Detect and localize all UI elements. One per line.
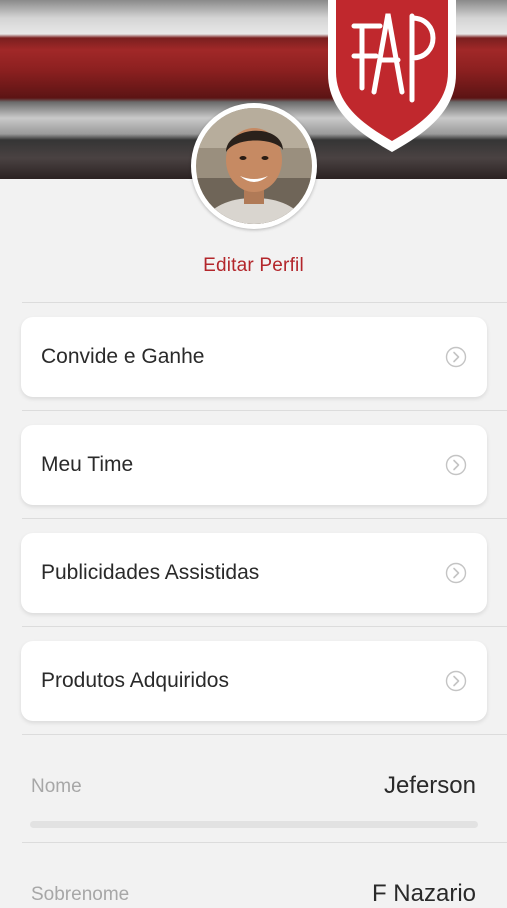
- divider: [22, 302, 507, 303]
- menu-item-label: Produtos Adquiridos: [41, 669, 229, 692]
- menu-item-meu-time[interactable]: Meu Time: [21, 425, 487, 505]
- divider: [22, 518, 507, 519]
- avatar-photo: [196, 108, 312, 224]
- divider: [22, 734, 507, 735]
- chevron-right-circle-icon: [445, 346, 467, 368]
- chevron-right-circle-icon: [445, 454, 467, 476]
- menu-item-produtos-adquiridos[interactable]: Produtos Adquiridos: [21, 641, 487, 721]
- divider: [22, 626, 507, 627]
- profile-avatar[interactable]: [191, 103, 317, 229]
- menu-item-publicidades-assistidas[interactable]: Publicidades Assistidas: [21, 533, 487, 613]
- menu-item-label: Meu Time: [41, 453, 134, 476]
- fap-shield-logo: [328, 0, 456, 152]
- menu-item-convide-e-ganhe[interactable]: Convide e Ganhe: [21, 317, 487, 397]
- edit-profile-link[interactable]: Editar Perfil: [0, 255, 507, 277]
- name-field-label: Nome: [31, 776, 82, 797]
- divider: [22, 842, 507, 843]
- divider: [22, 410, 507, 411]
- chevron-right-circle-icon: [445, 562, 467, 584]
- name-field-underline: [30, 821, 478, 828]
- surname-field-label: Sobrenome: [31, 884, 130, 905]
- name-field-value[interactable]: Jeferson: [384, 772, 476, 800]
- menu-item-label: Publicidades Assistidas: [41, 561, 260, 584]
- surname-field-value[interactable]: F Nazario: [372, 880, 476, 908]
- chevron-right-circle-icon: [445, 670, 467, 692]
- menu-item-label: Convide e Ganhe: [41, 345, 205, 368]
